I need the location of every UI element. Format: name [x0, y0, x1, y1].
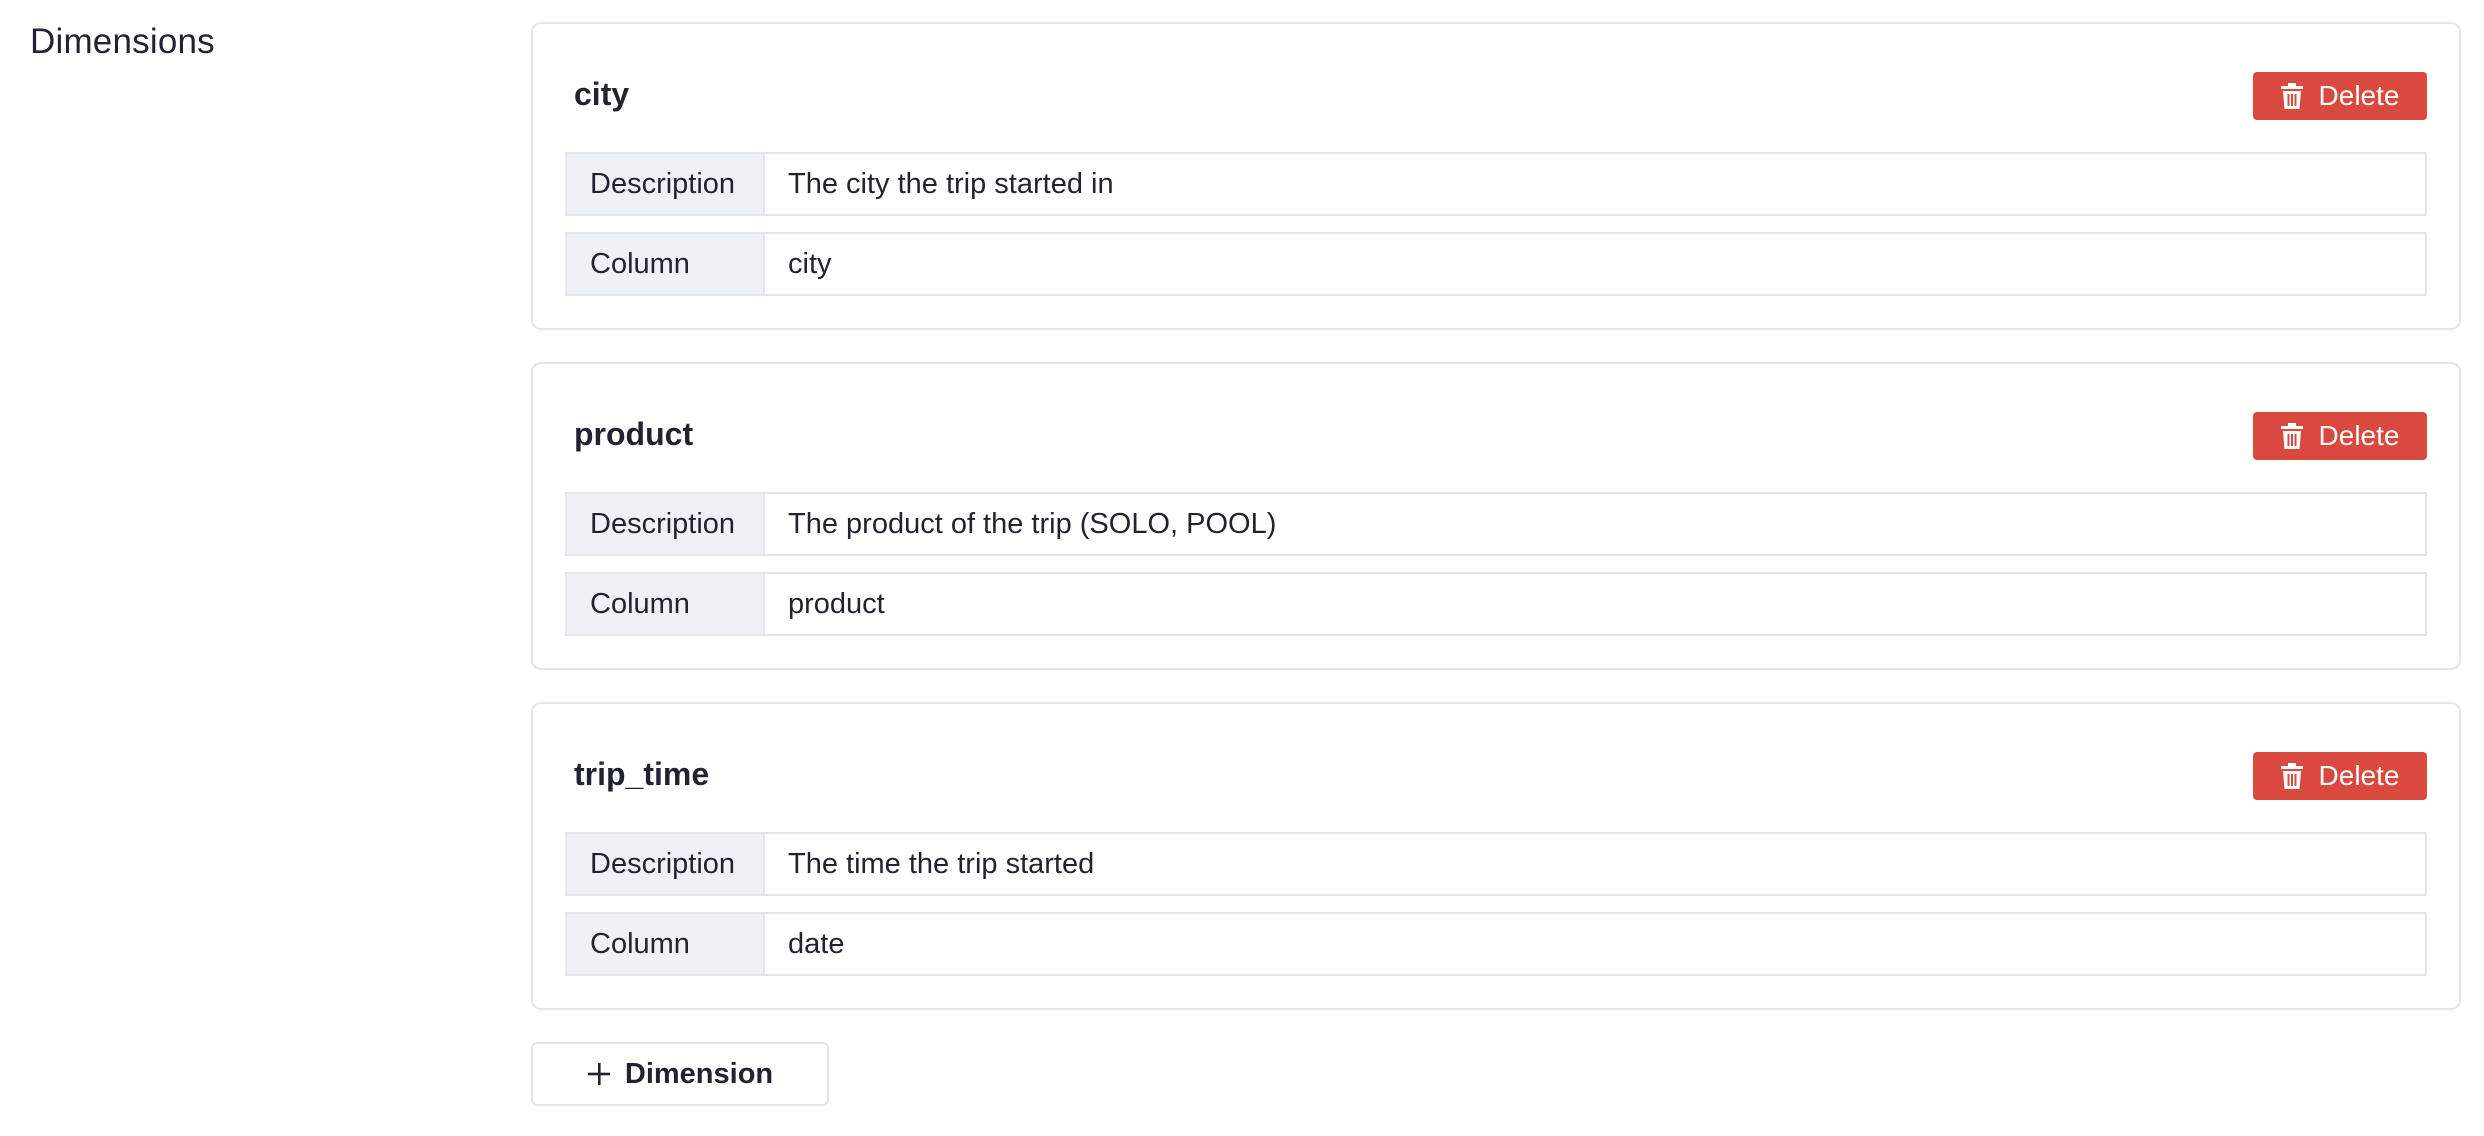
- dimension-card-city: city Delete Description The city the tri…: [531, 22, 2461, 330]
- description-row: Description The city the trip started in: [565, 152, 2427, 216]
- description-field[interactable]: The city the trip started in: [765, 154, 2425, 214]
- column-label: Column: [567, 574, 765, 634]
- trash-icon: [2280, 763, 2303, 789]
- column-field[interactable]: city: [765, 234, 2425, 294]
- trash-icon: [2280, 83, 2303, 109]
- description-field[interactable]: The time the trip started: [765, 834, 2425, 894]
- description-label: Description: [567, 834, 765, 894]
- column-row: Column product: [565, 572, 2427, 636]
- dimension-name: city: [574, 76, 630, 112]
- column-field[interactable]: date: [765, 914, 2425, 974]
- add-dimension-button[interactable]: Dimension: [531, 1042, 829, 1106]
- add-dimension-label: Dimension: [624, 1057, 774, 1090]
- column-row: Column city: [565, 232, 2427, 296]
- description-field[interactable]: The product of the trip (SOLO, POOL): [765, 494, 2425, 554]
- delete-button[interactable]: Delete: [2253, 72, 2427, 120]
- description-row: Description The time the trip started: [565, 832, 2427, 896]
- description-row: Description The product of the trip (SOL…: [565, 492, 2427, 556]
- delete-button[interactable]: Delete: [2253, 412, 2427, 460]
- dimension-name: product: [574, 416, 694, 452]
- delete-button-label: Delete: [2318, 80, 2400, 111]
- dimension-name: trip_time: [574, 756, 710, 792]
- delete-button-label: Delete: [2318, 760, 2400, 791]
- plus-icon: [587, 1063, 610, 1085]
- column-row: Column date: [565, 912, 2427, 976]
- dimension-list: city Delete Description The city the tri…: [531, 22, 2461, 1042]
- column-label: Column: [567, 914, 765, 974]
- delete-button[interactable]: Delete: [2253, 752, 2427, 800]
- section-title: Dimensions: [30, 22, 215, 61]
- dimension-card-product: product Delete Description The product o…: [531, 362, 2461, 670]
- delete-button-label: Delete: [2318, 420, 2400, 451]
- trash-icon: [2280, 423, 2303, 449]
- description-label: Description: [567, 154, 765, 214]
- dimension-card-trip-time: trip_time Delete Description The time th…: [531, 702, 2461, 1010]
- description-label: Description: [567, 494, 765, 554]
- column-field[interactable]: product: [765, 574, 2425, 634]
- column-label: Column: [567, 234, 765, 294]
